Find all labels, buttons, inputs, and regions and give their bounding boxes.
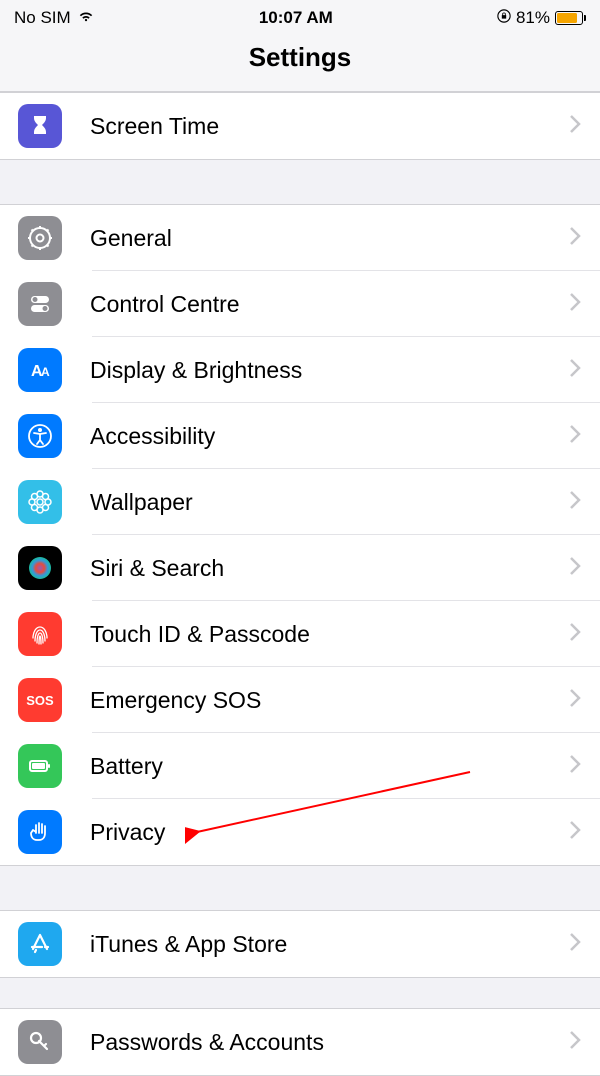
row-label: Battery xyxy=(90,753,558,780)
chevron-right-icon xyxy=(568,622,582,647)
chevron-right-icon xyxy=(568,688,582,713)
chevron-right-icon xyxy=(568,556,582,581)
sos-icon: SOS xyxy=(18,678,62,722)
row-label: Wallpaper xyxy=(90,489,558,516)
row-accessibility[interactable]: Accessibility xyxy=(0,403,600,469)
battery-percentage: 81% xyxy=(516,8,550,28)
row-label: iTunes & App Store xyxy=(90,931,558,958)
row-label: Privacy xyxy=(90,819,558,846)
row-screen-time[interactable]: Screen Time xyxy=(0,93,600,159)
chevron-right-icon xyxy=(568,424,582,449)
fingerprint-icon xyxy=(18,612,62,656)
row-label: Emergency SOS xyxy=(90,687,558,714)
svg-text:A: A xyxy=(41,365,50,379)
chevron-right-icon xyxy=(568,358,582,383)
row-label: General xyxy=(90,225,558,252)
row-battery[interactable]: Battery xyxy=(0,733,600,799)
toggles-icon xyxy=(18,282,62,326)
row-itunes-app-store[interactable]: iTunes & App Store xyxy=(0,911,600,977)
siri-icon xyxy=(18,546,62,590)
key-icon xyxy=(18,1020,62,1064)
chevron-right-icon xyxy=(568,226,582,251)
page-title: Settings xyxy=(0,42,600,73)
chevron-right-icon xyxy=(568,490,582,515)
settings-group-2: iTunes & App Store xyxy=(0,910,600,978)
row-emergency-sos[interactable]: SOS Emergency SOS xyxy=(0,667,600,733)
hand-icon xyxy=(18,810,62,854)
gear-icon xyxy=(18,216,62,260)
row-siri-search[interactable]: Siri & Search xyxy=(0,535,600,601)
settings-group-0: Screen Time xyxy=(0,92,600,160)
wifi-icon xyxy=(77,8,95,28)
row-label: Control Centre xyxy=(90,291,558,318)
row-label: Siri & Search xyxy=(90,555,558,582)
row-display-brightness[interactable]: AA Display & Brightness xyxy=(0,337,600,403)
flower-icon xyxy=(18,480,62,524)
row-control-centre[interactable]: Control Centre xyxy=(0,271,600,337)
row-label: Accessibility xyxy=(90,423,558,450)
accessibility-icon xyxy=(18,414,62,458)
chevron-right-icon xyxy=(568,932,582,957)
row-label: Touch ID & Passcode xyxy=(90,621,558,648)
settings-group-1: General Control Centre AA Display & Brig… xyxy=(0,204,600,866)
row-privacy[interactable]: Privacy xyxy=(0,799,600,865)
row-touch-id[interactable]: Touch ID & Passcode xyxy=(0,601,600,667)
row-wallpaper[interactable]: Wallpaper xyxy=(0,469,600,535)
appstore-icon xyxy=(18,922,62,966)
settings-group-3: Passwords & Accounts xyxy=(0,1008,600,1076)
chevron-right-icon xyxy=(568,820,582,845)
battery-icon xyxy=(18,744,62,788)
page-header: Settings xyxy=(0,32,600,92)
row-label: Screen Time xyxy=(90,113,558,140)
chevron-right-icon xyxy=(568,754,582,779)
svg-text:SOS: SOS xyxy=(26,693,54,708)
carrier-text: No SIM xyxy=(14,8,71,28)
row-general[interactable]: General xyxy=(0,205,600,271)
chevron-right-icon xyxy=(568,1030,582,1055)
chevron-right-icon xyxy=(568,292,582,317)
orientation-lock-icon xyxy=(497,8,511,28)
row-passwords-accounts[interactable]: Passwords & Accounts xyxy=(0,1009,600,1075)
row-label: Display & Brightness xyxy=(90,357,558,384)
hourglass-icon xyxy=(18,104,62,148)
status-time: 10:07 AM xyxy=(259,8,333,28)
status-bar: No SIM 10:07 AM 81% xyxy=(0,0,600,32)
row-label: Passwords & Accounts xyxy=(90,1029,558,1056)
battery-icon xyxy=(555,11,586,25)
chevron-right-icon xyxy=(568,114,582,139)
text-size-icon: AA xyxy=(18,348,62,392)
